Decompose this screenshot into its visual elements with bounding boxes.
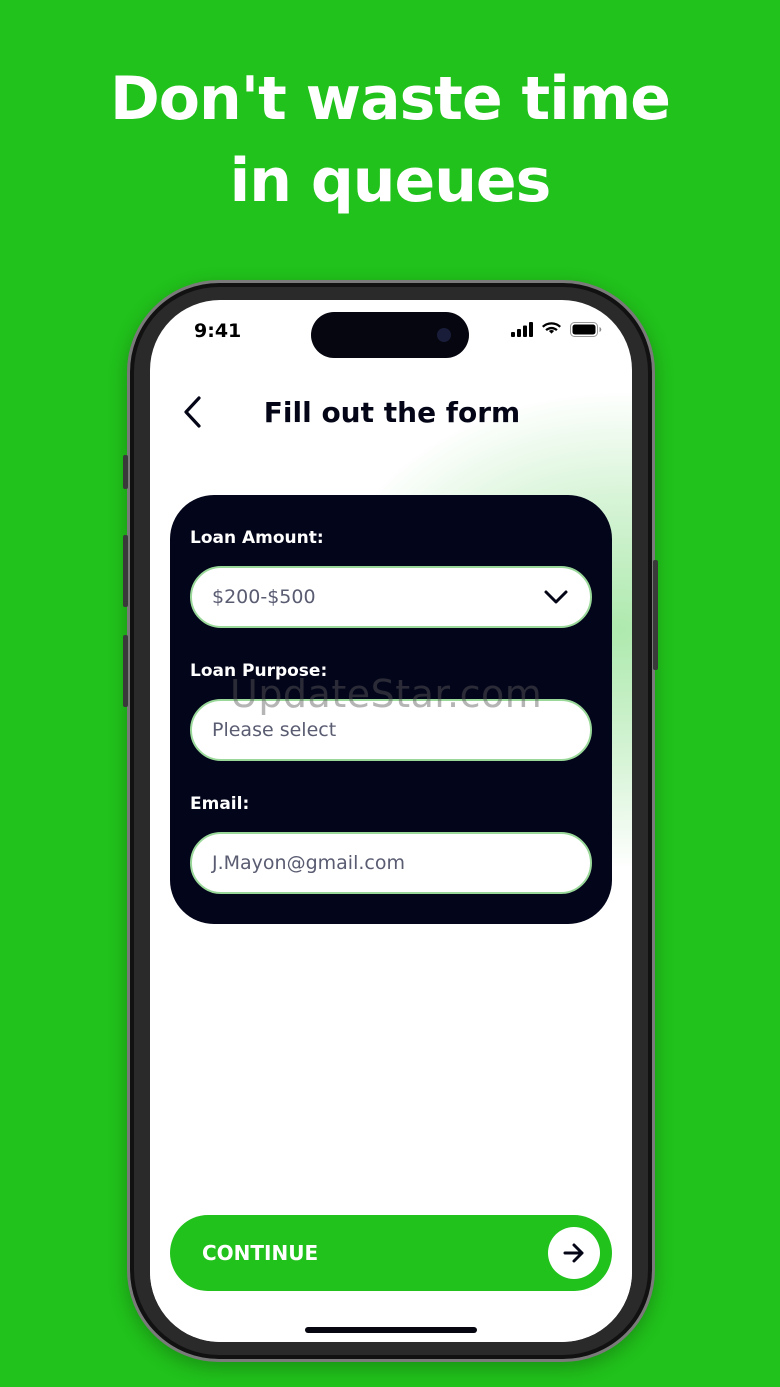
dynamic-island (311, 312, 469, 358)
phone-screen: 9:41 Fill out the form Loan Amount: $200… (150, 300, 632, 1342)
promo-headline: Don't waste time in queues (0, 58, 780, 222)
continue-button[interactable]: CONTINUE (170, 1215, 612, 1291)
loan-form-card: Loan Amount: $200-$500 Loan Purpose: Ple… (170, 495, 612, 924)
loan-purpose-label: Loan Purpose: (190, 661, 328, 681)
loan-amount-select[interactable]: $200-$500 (190, 566, 592, 628)
front-camera-icon (437, 328, 451, 342)
page-title: Fill out the form (263, 396, 521, 429)
email-label: Email: (190, 794, 250, 814)
home-indicator (305, 1327, 477, 1333)
email-value: J.Mayon@gmail.com (212, 852, 405, 874)
wifi-icon (542, 322, 561, 334)
app-store-promo: Don't waste time in queues 9:41 Fill out… (0, 0, 780, 1387)
loan-amount-value: $200-$500 (212, 586, 316, 608)
headline-line-2: in queues (229, 146, 552, 216)
status-time: 9:41 (194, 320, 242, 342)
continue-label: CONTINUE (202, 1241, 319, 1265)
phone-volume-up-button (123, 535, 128, 607)
phone-volume-down-button (123, 635, 128, 707)
headline-line-1: Don't waste time (109, 64, 671, 134)
phone-power-button (653, 560, 658, 670)
loan-amount-label: Loan Amount: (190, 528, 324, 548)
battery-icon (570, 322, 602, 337)
loan-purpose-select[interactable]: Please select (190, 699, 592, 761)
cellular-signal-icon (511, 322, 533, 337)
phone-silent-switch (123, 455, 128, 489)
arrow-right-icon (548, 1227, 600, 1279)
loan-purpose-placeholder: Please select (212, 719, 337, 741)
status-icons (511, 322, 602, 337)
email-field[interactable]: J.Mayon@gmail.com (190, 832, 592, 894)
chevron-down-icon (542, 583, 570, 611)
